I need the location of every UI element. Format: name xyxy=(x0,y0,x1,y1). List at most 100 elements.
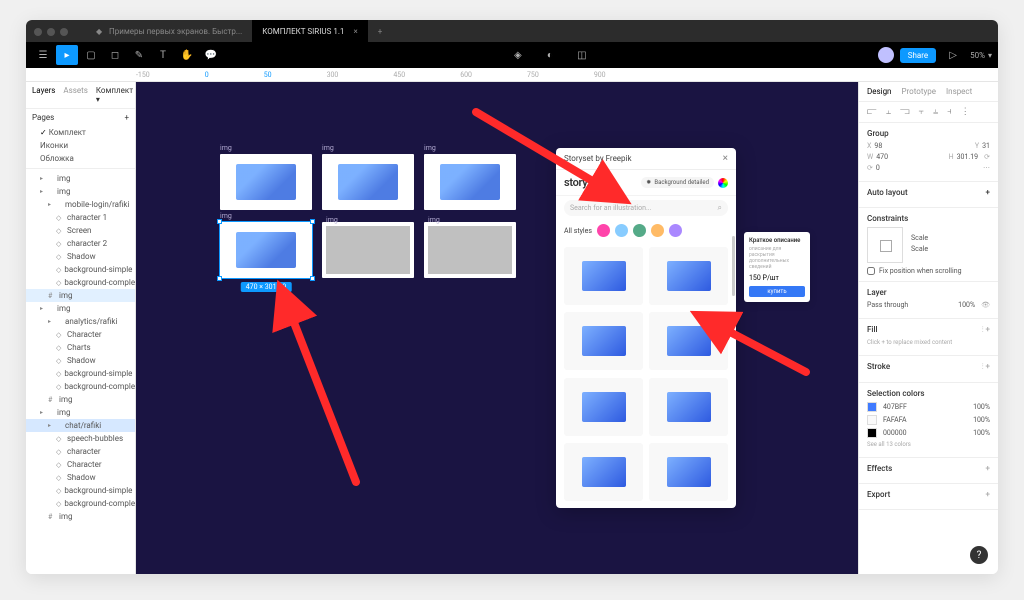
style-avatar[interactable] xyxy=(651,224,664,237)
y-field[interactable]: 31 xyxy=(982,142,990,150)
artboard-thumb[interactable]: img xyxy=(322,222,414,278)
text-tool[interactable]: T xyxy=(152,45,174,65)
layer-item[interactable]: ◇background-simple xyxy=(26,484,135,497)
layer-item[interactable]: ▸img xyxy=(26,172,135,185)
illustration-card[interactable] xyxy=(564,312,643,370)
lock-icon[interactable]: ⟳ xyxy=(984,153,990,161)
close-icon[interactable]: × xyxy=(353,27,357,36)
add-icon[interactable]: + xyxy=(986,188,990,197)
blend-mode[interactable]: Pass through xyxy=(867,301,908,309)
illustration-card[interactable] xyxy=(649,312,728,370)
artboard-thumb[interactable]: img xyxy=(424,222,516,278)
layer-item[interactable]: ▸analytics/rafiki xyxy=(26,315,135,328)
constraints-widget[interactable] xyxy=(867,227,903,263)
layer-item[interactable]: ◇character 2 xyxy=(26,237,135,250)
layer-item[interactable]: ◇Shadow xyxy=(26,471,135,484)
search-input[interactable]: Search for an illustration... ⌕ xyxy=(564,200,728,216)
comment-tool[interactable]: 💬 xyxy=(200,45,222,65)
align-middle-icon[interactable]: ⫨ xyxy=(933,107,938,117)
move-tool[interactable]: ▸ xyxy=(56,45,78,65)
buy-button[interactable]: купить xyxy=(749,286,805,297)
menu-icon[interactable]: ☰ xyxy=(32,45,54,65)
illustration-card[interactable] xyxy=(564,247,643,305)
add-page-icon[interactable]: + xyxy=(124,113,129,122)
zoom-level[interactable]: 50%▾ xyxy=(970,51,992,60)
align-right-icon[interactable]: ⫎ xyxy=(900,107,910,117)
layer-item[interactable]: ◇Character xyxy=(26,328,135,341)
layer-item[interactable]: ▸mobile-login/rafiki xyxy=(26,198,135,211)
align-left-icon[interactable]: ⫍ xyxy=(867,107,877,117)
artboard-thumb[interactable]: img470 × 301.19 xyxy=(220,222,312,278)
v-constraint[interactable]: Scale xyxy=(911,245,928,253)
layer-item[interactable]: ◇Character xyxy=(26,458,135,471)
pen-tool[interactable]: ✎ xyxy=(128,45,150,65)
help-button[interactable]: ? xyxy=(970,546,988,564)
align-bottom-icon[interactable]: ⫞ xyxy=(947,107,952,117)
background-chip[interactable]: ✹ Background detailed xyxy=(641,177,714,188)
share-button[interactable]: Share xyxy=(900,48,936,63)
layer-item[interactable]: ◇Charts xyxy=(26,341,135,354)
layer-item[interactable]: ◇character 1 xyxy=(26,211,135,224)
distribute-icon[interactable]: ⋮ xyxy=(961,107,970,117)
avatar[interactable] xyxy=(878,47,894,63)
see-all-colors[interactable]: See all 13 colors xyxy=(867,441,990,448)
canvas[interactable]: imgimgimgimg470 × 301.19imgimg Storyset … xyxy=(136,82,858,574)
color-picker-icon[interactable] xyxy=(718,178,728,188)
layer-item[interactable]: ◇Shadow xyxy=(26,250,135,263)
align-top-icon[interactable]: ⫟ xyxy=(919,107,924,117)
more-icon[interactable]: ⋯ xyxy=(983,164,990,172)
tab-examples[interactable]: ◆ Примеры первых экранов. Быстр... xyxy=(86,20,252,42)
rotation-field[interactable]: 0 xyxy=(876,164,880,172)
layer-item[interactable]: ◇background-complete xyxy=(26,497,135,510)
illustration-card[interactable] xyxy=(649,247,728,305)
style-avatar[interactable] xyxy=(669,224,682,237)
artboard-thumb[interactable]: img xyxy=(220,154,312,210)
mask-icon[interactable]: ◐ xyxy=(539,45,561,65)
style-avatar[interactable] xyxy=(597,224,610,237)
align-center-h-icon[interactable]: ⫠ xyxy=(886,107,891,117)
layer-item[interactable]: ◇background-complete xyxy=(26,276,135,289)
w-field[interactable]: 470 xyxy=(876,153,888,161)
tab-layers[interactable]: Layers xyxy=(32,86,55,104)
color-row[interactable]: FAFAFA100% xyxy=(867,415,990,425)
illustration-card[interactable] xyxy=(564,443,643,501)
layer-item[interactable]: ◇Screen xyxy=(26,224,135,237)
tab-design[interactable]: Design xyxy=(867,87,891,96)
tab-add[interactable]: + xyxy=(368,20,393,42)
layer-item[interactable]: ▸chat/rafiki xyxy=(26,419,135,432)
tab-inspect[interactable]: Inspect xyxy=(946,87,972,96)
layer-item[interactable]: #img xyxy=(26,510,135,523)
illustration-card[interactable] xyxy=(649,443,728,501)
tab-prototype[interactable]: Prototype xyxy=(901,87,935,96)
h-constraint[interactable]: Scale xyxy=(911,234,928,242)
play-icon[interactable]: ▷ xyxy=(942,45,964,65)
color-row[interactable]: 407BFF100% xyxy=(867,402,990,412)
opacity-field[interactable]: 100% xyxy=(958,301,975,309)
boolean-icon[interactable]: ◫ xyxy=(571,45,593,65)
layer-item[interactable]: ◇character xyxy=(26,445,135,458)
layer-item[interactable]: ◇Shadow xyxy=(26,354,135,367)
page-dropdown[interactable]: Комплект ▾ xyxy=(96,86,133,104)
visibility-icon[interactable]: 👁 xyxy=(981,301,990,309)
illustration-card[interactable] xyxy=(564,378,643,436)
layer-item[interactable]: ◇background-simple xyxy=(26,263,135,276)
h-field[interactable]: 301.19 xyxy=(957,153,979,161)
layer-item[interactable]: ◇speech-bubbles xyxy=(26,432,135,445)
tab-assets[interactable]: Assets xyxy=(63,86,87,104)
layer-item[interactable]: ◇background-simple xyxy=(26,367,135,380)
page-komplekt[interactable]: Комплект xyxy=(26,126,135,139)
layer-item[interactable]: #img xyxy=(26,289,135,302)
hand-tool[interactable]: ✋ xyxy=(176,45,198,65)
page-icons[interactable]: Иконки xyxy=(26,139,135,152)
fix-scroll-checkbox[interactable] xyxy=(867,267,875,275)
close-icon[interactable]: × xyxy=(723,153,728,164)
color-row[interactable]: 000000100% xyxy=(867,428,990,438)
layer-item[interactable]: ▸img xyxy=(26,406,135,419)
layer-item[interactable]: ▸img xyxy=(26,302,135,315)
style-avatar[interactable] xyxy=(633,224,646,237)
component-icon[interactable]: ◈ xyxy=(507,45,529,65)
x-field[interactable]: 98 xyxy=(874,142,882,150)
layer-item[interactable]: ▸img xyxy=(26,185,135,198)
shape-tool[interactable]: ◻ xyxy=(104,45,126,65)
illustration-card[interactable] xyxy=(649,378,728,436)
